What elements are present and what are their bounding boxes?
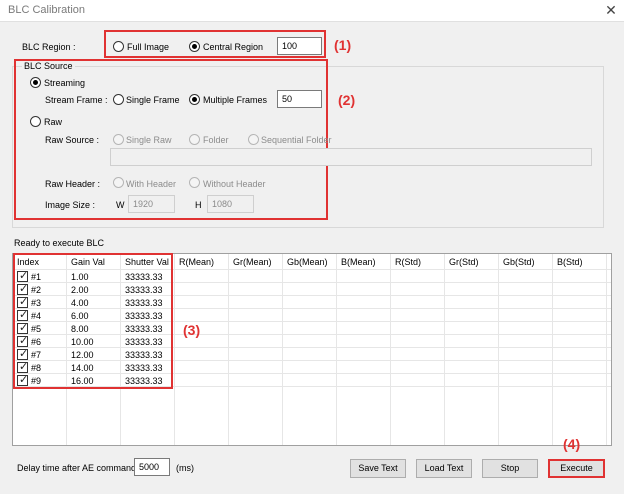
- col-header-gr-mean[interactable]: Gr(Mean): [233, 257, 272, 267]
- radio-single-raw[interactable]: [113, 134, 124, 145]
- close-icon[interactable]: ✕: [603, 2, 619, 19]
- radio-streaming[interactable]: [30, 77, 41, 88]
- col-header-gr-std[interactable]: Gr(Std): [449, 257, 479, 267]
- streaming-label: Streaming: [44, 78, 86, 88]
- folder-label: Folder: [203, 135, 229, 145]
- col-header-b-mean[interactable]: B(Mean): [341, 257, 376, 267]
- load-text-button[interactable]: Load Text: [416, 459, 472, 478]
- raw-header-label: Raw Header :: [45, 179, 101, 189]
- radio-single-frame[interactable]: [113, 94, 124, 105]
- delay-input[interactable]: 5000: [134, 458, 170, 476]
- annotation-4: (4): [563, 436, 581, 452]
- window-title: BLC Calibration: [8, 4, 86, 16]
- highlight-box-3: [13, 253, 173, 389]
- stream-frame-label: Stream Frame :: [45, 95, 108, 105]
- col-header-r-mean[interactable]: R(Mean): [179, 257, 214, 267]
- raw-source-label: Raw Source :: [45, 135, 100, 145]
- radio-with-header[interactable]: [113, 177, 124, 188]
- width-input[interactable]: 1920: [128, 195, 175, 213]
- radio-raw[interactable]: [30, 116, 41, 127]
- single-frame-label: Single Frame: [126, 95, 180, 105]
- central-region-label: Central Region: [203, 42, 264, 52]
- radio-full-image[interactable]: [113, 41, 124, 52]
- width-label: W: [116, 200, 125, 210]
- stop-button[interactable]: Stop: [482, 459, 538, 478]
- save-text-button[interactable]: Save Text: [350, 459, 406, 478]
- delay-label: Delay time after AE command: [17, 463, 137, 473]
- sequential-folder-label: Sequential Folder: [261, 135, 332, 145]
- execute-button[interactable]: Execute: [548, 459, 605, 478]
- col-header-r-std[interactable]: R(Std): [395, 257, 421, 267]
- status-text: Ready to execute BLC: [14, 238, 105, 248]
- raw-label: Raw: [44, 117, 63, 127]
- frame-count-input[interactable]: 50: [277, 90, 322, 108]
- col-header-gb-std[interactable]: Gb(Std): [503, 257, 535, 267]
- blc-region-label: BLC Region :: [22, 42, 76, 52]
- multiple-frames-label: Multiple Frames: [203, 95, 268, 105]
- blc-source-title: BLC Source: [22, 61, 75, 71]
- single-raw-label: Single Raw: [126, 135, 172, 145]
- radio-central-region[interactable]: [189, 41, 200, 52]
- radio-folder[interactable]: [189, 134, 200, 145]
- height-input[interactable]: 1080: [207, 195, 254, 213]
- title-bar: [0, 0, 624, 22]
- raw-path-input[interactable]: [110, 148, 592, 166]
- full-image-label: Full Image: [127, 42, 170, 52]
- height-label: H: [195, 200, 202, 210]
- radio-without-header[interactable]: [189, 177, 200, 188]
- without-header-label: Without Header: [203, 179, 266, 189]
- radio-multiple-frames[interactable]: [189, 94, 200, 105]
- image-size-label: Image Size :: [45, 200, 96, 210]
- delay-unit: (ms): [176, 463, 194, 473]
- col-header-gb-mean[interactable]: Gb(Mean): [287, 257, 328, 267]
- col-header-b-std[interactable]: B(Std): [557, 257, 583, 267]
- radio-sequential-folder[interactable]: [248, 134, 259, 145]
- annotation-2: (2): [338, 92, 356, 108]
- annotation-1: (1): [334, 37, 352, 53]
- annotation-3: (3): [183, 322, 201, 338]
- with-header-label: With Header: [126, 179, 177, 189]
- region-value-input[interactable]: 100: [277, 37, 322, 55]
